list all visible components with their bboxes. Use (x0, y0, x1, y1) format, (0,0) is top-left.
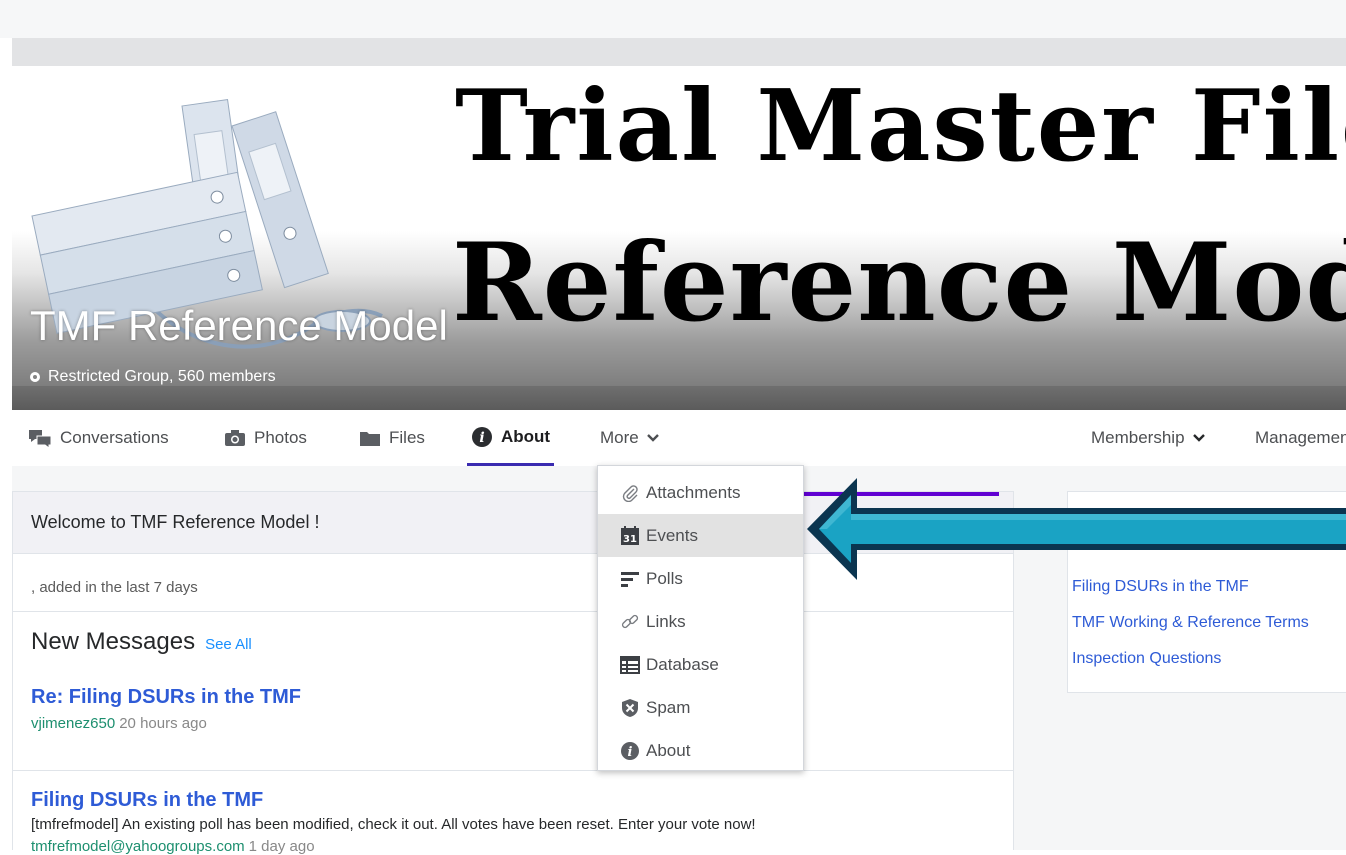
spam-shield-icon (620, 698, 640, 718)
message-meta: tmfrefmodel@yahoogroups.com 1 day ago (31, 838, 315, 855)
divider (13, 611, 1013, 612)
message-time: 20 hours ago (119, 715, 207, 732)
tab-label: About (501, 426, 551, 446)
menu-item-label: Links (646, 611, 686, 631)
polls-icon (620, 569, 640, 589)
group-meta: Restricted Group, 560 members (30, 368, 276, 386)
menu-item-polls[interactable]: Polls (598, 557, 803, 600)
camera-icon (224, 429, 246, 447)
tab-photos[interactable]: Photos (224, 410, 307, 466)
tab-label: Conversations (60, 428, 169, 447)
message-author[interactable]: vjimenez650 (31, 715, 115, 732)
management-menu[interactable]: Management (1255, 410, 1346, 466)
message-meta: vjimenez650 20 hours ago (31, 715, 207, 732)
menu-item-label: About (646, 740, 691, 760)
binders-illustration (31, 99, 383, 349)
svg-text:i: i (479, 430, 484, 446)
menu-item-about[interactable]: i About (598, 729, 803, 772)
message-preview: [tmfrefmodel] An existing poll has been … (31, 816, 756, 833)
sidebar-link[interactable]: Inspection Questions (1072, 650, 1221, 668)
tab-about[interactable]: i About (467, 410, 555, 466)
new-messages-title: New Messages (31, 628, 196, 655)
more-dropdown-menu: Attachments 31 Events Polls Links Databa… (597, 465, 804, 771)
menu-item-database[interactable]: Database (598, 643, 803, 686)
group-nav: Conversations Photos Files i About More … (12, 410, 1346, 466)
tab-files[interactable]: Files (359, 410, 425, 466)
link-icon (620, 612, 640, 632)
menu-item-events[interactable]: 31 Events (598, 514, 803, 557)
menu-item-label: Database (646, 654, 719, 674)
menu-item-label: Spam (646, 697, 691, 717)
annotation-arrow (807, 478, 1346, 580)
header-band (12, 38, 1346, 66)
tab-conversations[interactable]: Conversations (28, 410, 169, 466)
banner-title-line-2: Reference Model (452, 220, 1346, 346)
recent-activity-text: , added in the last 7 days (31, 579, 198, 596)
chevron-down-icon (1192, 433, 1205, 443)
menu-item-label: Attachments (646, 482, 741, 502)
info-icon: i (620, 741, 640, 761)
membership-menu[interactable]: Membership (1091, 410, 1205, 466)
menu-item-label: Polls (646, 568, 683, 588)
welcome-text: Welcome to TMF Reference Model ! (31, 512, 320, 532)
menu-item-links[interactable]: Links (598, 600, 803, 643)
calendar-icon: 31 (620, 525, 640, 546)
svg-text:i: i (628, 745, 633, 760)
message-title[interactable]: Re: Filing DSURs in the TMF (31, 686, 301, 709)
group-name: TMF Reference Model (30, 302, 448, 349)
message-author[interactable]: tmfrefmodel@yahoogroups.com (31, 838, 245, 855)
menu-item-spam[interactable]: Spam (598, 686, 803, 729)
info-icon: i (471, 426, 493, 448)
tab-more[interactable]: More (600, 410, 659, 466)
tab-label: More (600, 428, 639, 447)
sidebar-link[interactable]: TMF Working & Reference Terms (1072, 614, 1309, 632)
group-meta-text: Restricted Group, 560 members (48, 368, 276, 385)
banner-title-line-1: Trial Master File (455, 69, 1346, 184)
message-time: 1 day ago (248, 838, 315, 855)
conversations-icon (28, 429, 52, 447)
group-banner: Trial Master File Reference Model TMF Re… (12, 66, 1346, 410)
new-messages-heading: New Messages See All (31, 628, 252, 656)
folder-icon (359, 429, 381, 447)
banner-footer-strip (12, 386, 1346, 410)
message-title[interactable]: Filing DSURs in the TMF (31, 789, 263, 812)
divider (13, 770, 1013, 771)
chevron-down-icon (646, 433, 659, 443)
management-label: Management (1255, 428, 1346, 447)
database-icon (620, 655, 640, 675)
menu-item-attachments[interactable]: Attachments (598, 471, 803, 514)
top-strip (0, 0, 1346, 38)
see-all-link[interactable]: See All (205, 636, 252, 653)
restricted-icon (30, 372, 40, 382)
menu-item-label: Events (646, 525, 698, 545)
tab-label: Files (389, 428, 425, 447)
paperclip-icon (620, 483, 640, 503)
membership-label: Membership (1091, 428, 1185, 447)
tab-label: Photos (254, 428, 307, 447)
calendar-icon-number: 31 (623, 534, 637, 545)
